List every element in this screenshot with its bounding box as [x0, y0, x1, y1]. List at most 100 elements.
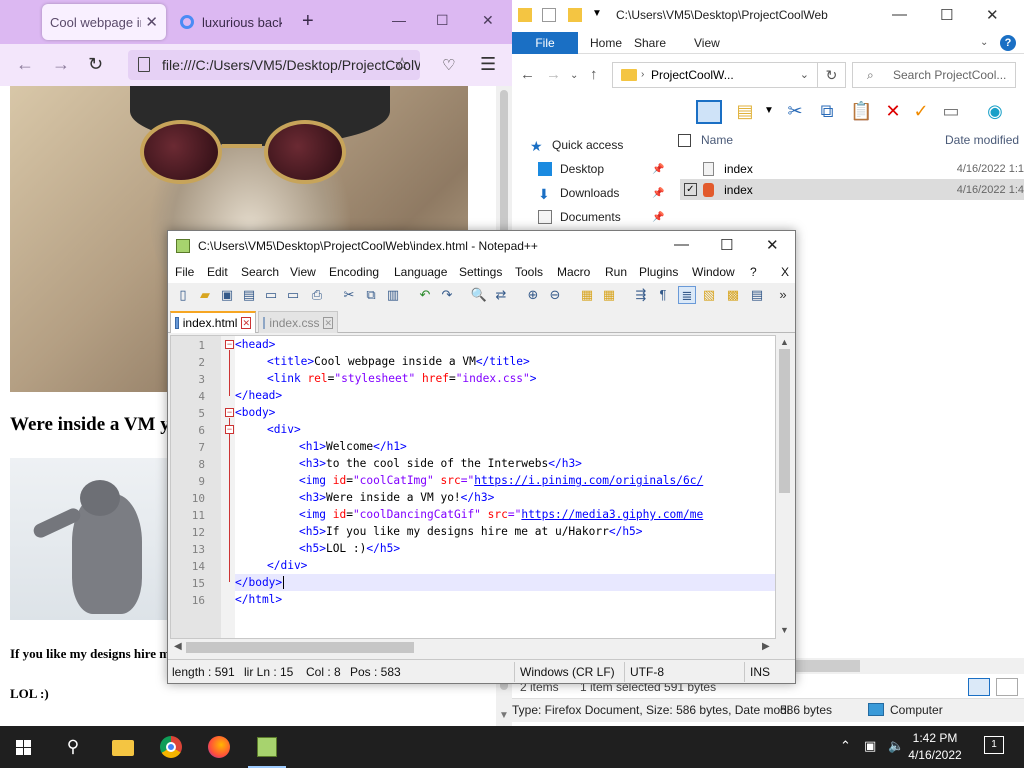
- find-icon[interactable]: 🔍: [470, 286, 488, 304]
- checkmark-icon[interactable]: ✓: [910, 100, 932, 122]
- help-icon[interactable]: ?: [1000, 35, 1016, 51]
- navigation-pane-icon[interactable]: [696, 100, 722, 124]
- udl-icon[interactable]: ▧: [700, 286, 718, 304]
- search-input[interactable]: ⌕ Search ProjectCool...: [852, 62, 1016, 88]
- column-date-modified[interactable]: Date modified: [945, 133, 1019, 147]
- recent-chevron-icon[interactable]: ⌄: [570, 70, 578, 81]
- save-all-icon[interactable]: ▤: [240, 286, 258, 304]
- file-explorer-icon[interactable]: [108, 732, 138, 762]
- editor-vertical-scrollbar[interactable]: ▲ ▼: [776, 335, 793, 639]
- ribbon-tab-home[interactable]: Home: [590, 36, 622, 50]
- shell-icon[interactable]: ◉: [984, 100, 1006, 122]
- url-bar[interactable]: file:///C:/Users/VM5/Desktop/ProjectCool…: [128, 50, 420, 80]
- address-bar[interactable]: › ProjectCoolW... ⌄: [612, 62, 818, 88]
- row-checkbox[interactable]: ✓: [684, 183, 697, 196]
- details-view-icon[interactable]: [968, 678, 990, 696]
- word-wrap-icon[interactable]: ⇶: [632, 286, 650, 304]
- minimize-icon[interactable]: —: [892, 6, 907, 23]
- menu-macro[interactable]: Macro: [557, 265, 590, 279]
- show-all-chars-icon[interactable]: ¶: [654, 286, 672, 304]
- fold-toggle-icon[interactable]: −: [225, 340, 234, 349]
- back-icon[interactable]: ←: [16, 54, 34, 75]
- firefox-icon[interactable]: [204, 732, 234, 762]
- select-all-checkbox[interactable]: [678, 133, 691, 147]
- close-window-icon[interactable]: ✕: [986, 6, 999, 24]
- code-editor[interactable]: 1 2 3 4 5 6 7 8 9 10 11 12 13 14 15 16 −…: [170, 335, 776, 639]
- explorer-horizontal-scrollbar[interactable]: [792, 658, 1024, 674]
- windows-start-icon[interactable]: [8, 732, 38, 762]
- cut-icon[interactable]: ✂: [340, 286, 358, 304]
- file-row[interactable]: ✓ index 4/16/2022 1:4: [680, 179, 1024, 200]
- close-all-icon[interactable]: ▭: [284, 286, 302, 304]
- scroll-left-icon[interactable]: ◀: [174, 641, 182, 652]
- zoom-out-icon[interactable]: ⊖: [546, 286, 564, 304]
- pin-icon[interactable]: 📌: [652, 164, 664, 175]
- tab-luxurious-background[interactable]: luxurious background: [172, 4, 290, 40]
- replace-icon[interactable]: ⇄: [492, 286, 510, 304]
- open-file-icon[interactable]: ▰: [196, 286, 214, 304]
- network-icon[interactable]: ▣: [864, 738, 876, 754]
- pocket-icon[interactable]: ♡: [442, 56, 455, 74]
- up-icon[interactable]: ↑: [590, 66, 598, 83]
- preview-pane-icon[interactable]: ▤: [734, 100, 756, 122]
- more-tools-icon[interactable]: »: [774, 286, 792, 304]
- chevron-down-icon[interactable]: ▼: [592, 8, 602, 19]
- copy-icon[interactable]: ⧉: [362, 286, 380, 304]
- close-window-icon[interactable]: ✕: [766, 236, 779, 254]
- close-icon[interactable]: ✕: [145, 13, 158, 31]
- zoom-in-icon[interactable]: ⊕: [524, 286, 542, 304]
- forward-icon[interactable]: →: [546, 66, 561, 83]
- paste-icon[interactable]: 📋: [850, 100, 872, 122]
- close-window-icon[interactable]: ✕: [482, 12, 494, 29]
- ribbon-tab-view[interactable]: View: [694, 36, 720, 50]
- new-file-icon[interactable]: ▯: [174, 286, 192, 304]
- menu-window[interactable]: Window: [692, 265, 735, 279]
- menu-settings[interactable]: Settings: [459, 265, 502, 279]
- menu-encoding[interactable]: Encoding: [329, 265, 379, 279]
- delete-icon[interactable]: ✕: [882, 100, 904, 122]
- scroll-right-icon[interactable]: ▶: [762, 641, 770, 652]
- maximize-icon[interactable]: ☐: [720, 236, 733, 254]
- bookmark-star-icon[interactable]: ☆: [394, 54, 410, 75]
- fold-toggle-icon[interactable]: −: [225, 408, 234, 417]
- refresh-icon[interactable]: ↻: [818, 62, 846, 88]
- close-tab-icon[interactable]: ✕: [241, 317, 251, 329]
- tab-index-html[interactable]: index.html ✕: [170, 311, 256, 333]
- chevron-down-icon[interactable]: ⌄: [800, 68, 809, 81]
- ribbon-tab-file[interactable]: File: [512, 32, 578, 54]
- expand-ribbon-icon[interactable]: ⌄: [980, 37, 988, 48]
- menu-help[interactable]: ?: [750, 265, 757, 279]
- nav-downloads[interactable]: ⬇ Downloads 📌: [538, 186, 664, 202]
- doc-map-icon[interactable]: ▩: [724, 286, 742, 304]
- copy-icon[interactable]: ⧉: [816, 100, 838, 122]
- notifications-icon[interactable]: 1: [984, 736, 1004, 754]
- nav-desktop[interactable]: Desktop 📌: [538, 162, 664, 176]
- menu-language[interactable]: Language: [394, 265, 447, 279]
- redo-icon[interactable]: ↷: [438, 286, 456, 304]
- print-icon[interactable]: ⎙: [308, 286, 326, 304]
- scroll-down-icon[interactable]: ▼: [499, 710, 509, 721]
- minimize-icon[interactable]: —: [674, 236, 689, 253]
- system-clock[interactable]: 1:42 PM 4/16/2022: [896, 730, 974, 764]
- notepad-plus-plus-icon[interactable]: [248, 732, 286, 768]
- sync-vertical-icon[interactable]: ▦: [578, 286, 596, 304]
- tab-index-css[interactable]: index.css ✕: [258, 311, 338, 333]
- nav-documents[interactable]: Documents 📌: [538, 210, 664, 224]
- sync-horizontal-icon[interactable]: ▦: [600, 286, 618, 304]
- close-file-icon[interactable]: ▭: [262, 286, 280, 304]
- paste-icon[interactable]: ▥: [384, 286, 402, 304]
- back-icon[interactable]: ←: [520, 66, 535, 83]
- scroll-up-icon[interactable]: ▲: [780, 337, 789, 347]
- ribbon-tab-share[interactable]: Share: [634, 36, 666, 50]
- large-icons-view-icon[interactable]: [996, 678, 1018, 696]
- menu-icon[interactable]: ☰: [480, 54, 496, 75]
- forward-icon[interactable]: →: [52, 54, 70, 75]
- menu-close-doc[interactable]: X: [781, 265, 789, 279]
- maximize-icon[interactable]: ☐: [940, 6, 953, 24]
- new-folder-icon[interactable]: [568, 8, 582, 22]
- pin-icon[interactable]: 📌: [652, 212, 664, 223]
- chevron-down-icon[interactable]: ▼: [758, 100, 780, 122]
- menu-edit[interactable]: Edit: [207, 265, 228, 279]
- editor-horizontal-scrollbar[interactable]: ◀ ▶: [170, 639, 776, 656]
- menu-search[interactable]: Search: [241, 265, 279, 279]
